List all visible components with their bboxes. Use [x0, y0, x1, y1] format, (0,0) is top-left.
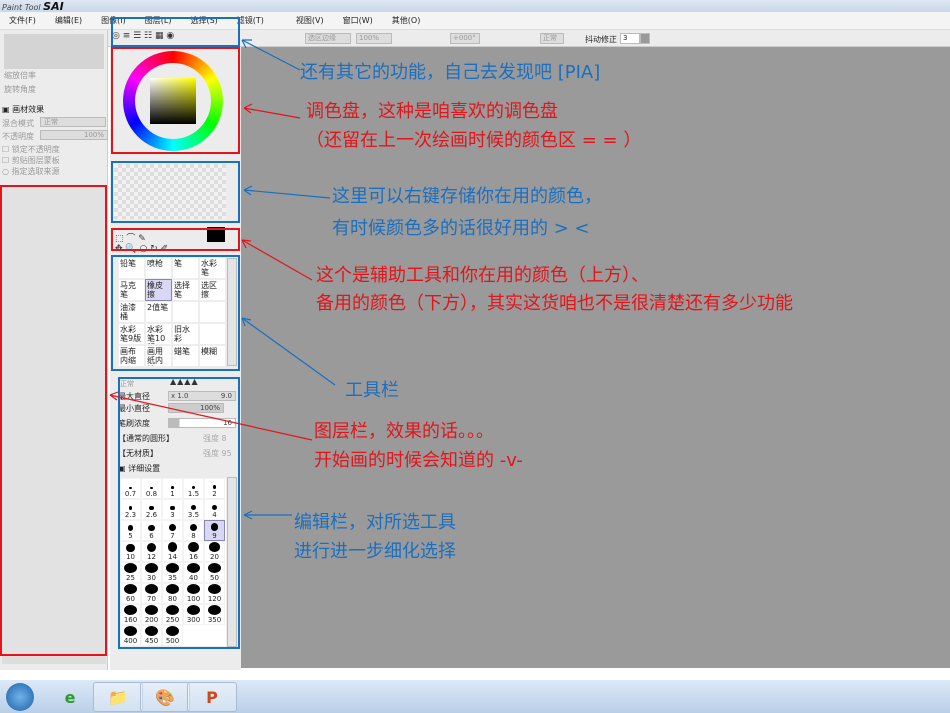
- note-swatches-2: 有时候颜色多的话很好用的 > <: [332, 218, 590, 239]
- arrow-5: [241, 317, 336, 386]
- note-swatches-1: 这里可以右键存储你在用的颜色，: [332, 186, 602, 207]
- arrow-3: [243, 185, 331, 199]
- note-aux-2: 备用的颜色（下方），其实这货咱也不是很清楚还有多少功能: [316, 293, 793, 314]
- note-layers-1: 图层栏，效果的话。。。: [314, 421, 494, 442]
- note-aux-1: 这个是辅助工具和你在用的颜色（上方）、: [316, 265, 649, 286]
- note-edit-1: 编辑栏，对所选工具: [294, 512, 456, 533]
- arrow-6: [109, 391, 313, 441]
- arrow-1: [241, 39, 301, 71]
- note-edit-2: 进行进一步细化选择: [294, 541, 456, 562]
- taskbar: e 📁 🎨 P: [0, 680, 950, 713]
- start-button[interactable]: [6, 683, 34, 711]
- arrow-4: [241, 239, 313, 281]
- note-palette-2: （还留在上一次绘画时候的颜色区 = = ）: [306, 130, 642, 151]
- arrow-2: [243, 103, 301, 119]
- explorer-icon[interactable]: 📁: [93, 682, 143, 712]
- powerpoint-icon[interactable]: P: [187, 682, 237, 712]
- ie-icon[interactable]: e: [45, 682, 95, 712]
- arrow-7: [243, 510, 292, 520]
- note-palette-1: 调色盘，这种是咱喜欢的调色盘: [306, 101, 558, 122]
- note-toolbar: 工具栏: [345, 380, 399, 401]
- note-layers-2: 开始画的时候会知道的 -v-: [314, 450, 523, 471]
- note-other-features: 还有其它的功能，自己去发现吧 [PIA]: [300, 62, 601, 83]
- sai-icon[interactable]: 🎨: [140, 682, 190, 712]
